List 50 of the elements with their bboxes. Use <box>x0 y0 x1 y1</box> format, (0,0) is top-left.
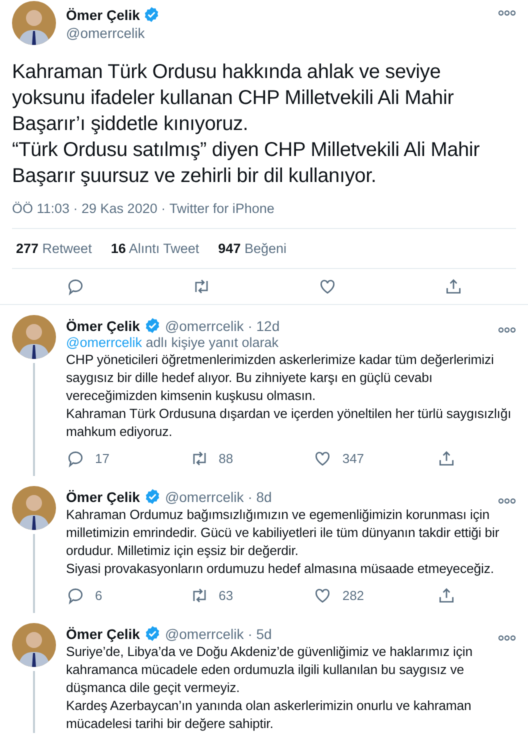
share-button[interactable] <box>437 449 456 468</box>
share-button[interactable] <box>444 277 462 296</box>
tweet-age[interactable]: · 5d <box>248 626 272 642</box>
share-icon <box>437 586 456 605</box>
like-button[interactable] <box>318 277 336 296</box>
tweet-age[interactable]: · 12d <box>248 318 280 334</box>
author-name[interactable]: Ömer Çelik <box>66 6 140 22</box>
stat-link[interactable]: 947 Beğeni <box>218 241 287 256</box>
more-icon[interactable] <box>498 634 516 642</box>
avatar[interactable] <box>12 1 56 45</box>
avatar[interactable] <box>12 623 56 667</box>
author-name[interactable]: Ömer Çelik <box>66 318 140 334</box>
tweet-text: Kahraman Ordumuz bağımsızlığımızın ve egemenliğimizin korunması için milletimizin emrindedir. Gücü ve kabiliyetleri ile tüm dünyanın takdir ettiği bir ordudur. Milletimiz için eşsiz bir değerdir. Siyasi provakasyonların ordumuzu hedef almasına müsaade etmeyeceğiz. <box>66 506 500 578</box>
more-icon[interactable] <box>498 496 516 504</box>
reply-button[interactable]: 6 <box>66 586 102 605</box>
heart-icon <box>313 586 332 605</box>
comment-icon <box>66 586 85 605</box>
author-name[interactable]: Ömer Çelik <box>66 488 140 504</box>
author-name[interactable]: Ömer Çelik <box>66 626 140 642</box>
comment-icon <box>66 449 85 468</box>
heart-icon <box>318 277 336 296</box>
author-handle[interactable]: @omerrcelik <box>66 25 488 41</box>
share-button[interactable] <box>437 586 456 605</box>
reply-button[interactable]: 17 <box>66 449 110 468</box>
avatar[interactable] <box>12 315 56 359</box>
tweet-timestamp[interactable]: ÖÖ 11:03 · 29 Kas 2020 · <box>12 201 170 216</box>
stat-link[interactable]: 16 Alıntı Tweet <box>110 241 200 256</box>
author-handle[interactable]: @omerrcelik <box>164 488 244 504</box>
heart-icon <box>313 449 332 468</box>
share-icon <box>437 449 456 468</box>
mention-link[interactable]: @omerrcelik <box>66 335 142 350</box>
tweet-age[interactable]: · 8d <box>248 488 272 504</box>
tweet-source[interactable]: Twitter for iPhone <box>169 201 274 216</box>
like-button[interactable]: 282 <box>313 586 364 605</box>
share-icon <box>444 277 462 296</box>
tweet-text: Suriye’de, Libya’da ve Doğu Akdeniz’de güvenliğimiz ve haklarımız için kahramanca mücadele eden ordumuzla ilgili kullanılan bu saygısız ve düşmanca dile geçit vermeyiz. Kardeş Azerbaycan’ın yanında olan askerlerimizin onurlu ve kahraman mücadelesi tarihi bir değere sahiptir. <box>66 643 474 733</box>
reply-button[interactable] <box>66 277 84 296</box>
tweet-text: CHP yöneticileri öğretmenlerimizden askerlerimize kadar tüm değerlerimizi saygısız bir dille hedef alıyor. Bu zihniyete karşı en güçlü cevabı vereceğimizden kimsenin kuşkusu olmasın. Kahraman Türk Ordusuna dışardan ve içerden yöneltilen her türlü saygısızlığı mahkum ediyoruz. <box>66 351 512 441</box>
stat-link[interactable]: 277 Retweet <box>16 241 92 256</box>
more-icon[interactable] <box>498 326 516 334</box>
retweet-button[interactable]: 88 <box>190 449 234 468</box>
more-icon[interactable] <box>498 9 516 17</box>
like-button[interactable]: 347 <box>313 449 364 468</box>
author-handle[interactable]: @omerrcelik <box>164 626 244 642</box>
tweet-text: Kahraman Türk Ordusu hakkında ahlak ve seviye yoksunu ifadeler kullanan CHP Milletvekili Ali Mahir Başarır’ı şiddetle kınıyoruz. “Türk Ordusu satılmış” diyen CHP Milletvekili Ali Mahir Başarır şuursuz ve zehirli bir dil kullanıyor. <box>12 60 481 189</box>
comment-icon <box>66 277 84 296</box>
avatar[interactable] <box>12 486 56 530</box>
author-handle[interactable]: @omerrcelik <box>164 318 244 334</box>
reply-context: @omerrcelik adlı kişiye yanıt olarak <box>66 335 280 350</box>
retweet-button[interactable]: 63 <box>190 586 234 605</box>
